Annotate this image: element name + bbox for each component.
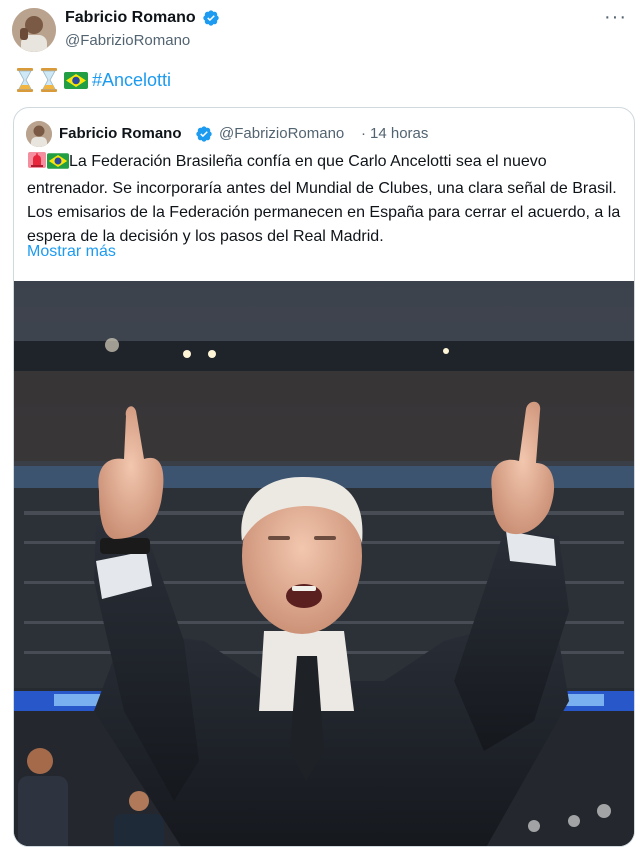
hourglass-icon <box>40 68 58 97</box>
quoted-author-avatar[interactable] <box>26 121 52 147</box>
quoted-tweet-text-block: La Federación Brasileña confía en que Ca… <box>27 150 625 249</box>
siren-icon <box>27 151 47 177</box>
verified-badge-icon <box>202 9 220 27</box>
hashtag-link[interactable]: #Ancelotti <box>92 69 171 91</box>
quoted-tweet-text: La Federación Brasileña confía en que Ca… <box>27 153 621 245</box>
verified-badge-icon <box>195 125 213 143</box>
quoted-author-handle[interactable]: @FabrizioRomano <box>219 125 344 143</box>
separator-dot: · <box>361 125 366 142</box>
brazil-flag-icon <box>47 153 69 177</box>
quoted-author-name[interactable]: Fabricio Romano <box>59 125 182 143</box>
show-more-link[interactable]: Mostrar más <box>27 242 116 262</box>
hourglass-icon <box>16 68 34 97</box>
quoted-tweet-card[interactable]: Fabricio Romano @FabrizioRomano · 14 hor… <box>13 107 635 847</box>
author-avatar[interactable] <box>12 8 56 52</box>
tweet-photo[interactable] <box>14 281 634 846</box>
author-handle[interactable]: @FabrizioRomano <box>65 31 190 51</box>
brazil-flag-icon <box>64 72 88 94</box>
quoted-timestamp[interactable]: 14 horas <box>370 125 428 143</box>
author-name[interactable]: Fabricio Romano <box>65 8 196 28</box>
more-options-button[interactable]: ··· <box>604 6 627 29</box>
